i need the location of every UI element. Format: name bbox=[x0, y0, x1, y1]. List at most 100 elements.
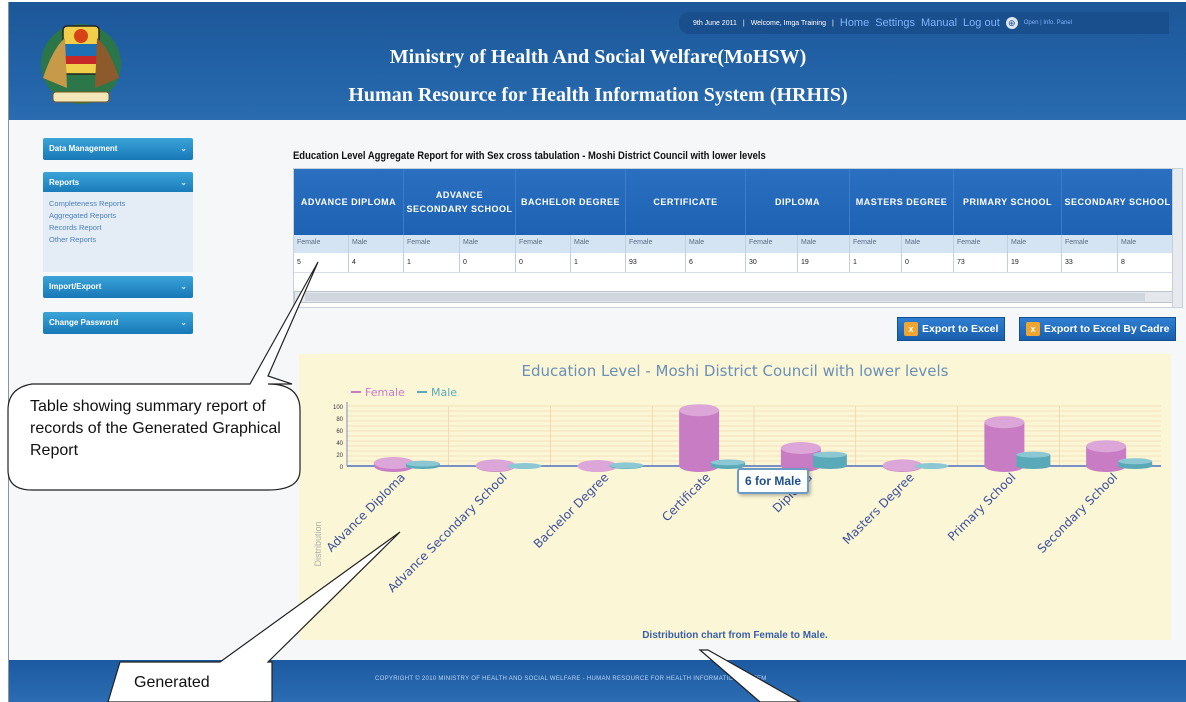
table-cell: 1 bbox=[571, 253, 626, 272]
bar-male-primary-school[interactable] bbox=[1016, 451, 1051, 469]
chevron-down-icon: ⌄ bbox=[180, 318, 187, 327]
info-panel-icon[interactable]: ⊕ bbox=[1005, 17, 1018, 29]
table-cell: 73 bbox=[954, 253, 1008, 272]
export-excel-cadre-button[interactable]: x Export to Excel By Cadre bbox=[1019, 317, 1177, 341]
bar-male-advance-secondary-school[interactable] bbox=[507, 463, 542, 469]
column-header: CERTIFICATE bbox=[626, 169, 746, 235]
bar-male-advance-diploma[interactable] bbox=[405, 460, 440, 469]
sub-column-header: Male bbox=[902, 235, 954, 253]
table-cell: 0 bbox=[460, 253, 516, 272]
export-excel-button[interactable]: x Export to Excel bbox=[897, 317, 1006, 341]
excel-icon: x bbox=[1026, 322, 1040, 336]
submenu-aggregated-reports[interactable]: Aggregated Reports bbox=[49, 210, 187, 222]
date-label: 9th June 2011 bbox=[693, 19, 737, 27]
menu-import-export[interactable]: Import/Export ⌄ bbox=[43, 276, 193, 298]
y-tick-label: 100 bbox=[333, 405, 344, 411]
table-cell: 19 bbox=[1008, 253, 1062, 272]
table-row: 5 4 1 0 0 1 93 6 30 19 1 0 73 19 33 8 bbox=[294, 253, 1174, 273]
education-level-chart: Education Level - Moshi District Council… bbox=[313, 362, 1161, 640]
column-header: DIPLOMA bbox=[746, 169, 850, 235]
column-header: ADVANCE SECONDARY SCHOOL bbox=[404, 169, 516, 235]
bar-male-masters-degree[interactable] bbox=[914, 463, 949, 469]
column-header: SECONDARY SCHOOL bbox=[1062, 169, 1174, 235]
report-title: Education Level Aggregate Report for wit… bbox=[293, 150, 766, 162]
sub-column-header: Male bbox=[1008, 235, 1062, 253]
horizontal-scrollbar[interactable] bbox=[294, 291, 1174, 303]
welcome-label: Welcome, Imga Training bbox=[750, 19, 827, 27]
column-header: ADVANCE DIPLOMA bbox=[294, 169, 404, 235]
sub-column-header: Female bbox=[404, 235, 460, 253]
legend-label: Male bbox=[431, 386, 457, 399]
y-tick-label: 20 bbox=[336, 453, 343, 459]
legend-label: Female bbox=[365, 386, 405, 399]
x-tick-label: Secondary School bbox=[1035, 470, 1121, 556]
y-axis-label: Distribution bbox=[313, 521, 323, 566]
table-cell: 33 bbox=[1062, 253, 1118, 272]
top-nav-bar: 9th June 2011 | Welcome, Imga Training |… bbox=[679, 12, 1169, 34]
table-header-row: ADVANCE DIPLOMA ADVANCE SECONDARY SCHOOL… bbox=[294, 169, 1174, 235]
y-tick-label: 40 bbox=[336, 441, 343, 447]
table-cell: 30 bbox=[746, 253, 798, 272]
footer-copyright: COPYRIGHT © 2010 MINISTRY OF HEALTH AND … bbox=[375, 676, 767, 682]
callout-table-note: Table showing summary report of records … bbox=[30, 398, 281, 459]
sub-column-header: Female bbox=[850, 235, 902, 253]
logout-link[interactable]: Log out bbox=[963, 17, 1000, 29]
x-tick-label: Bachelor Degree bbox=[531, 470, 612, 551]
menu-label: Import/Export bbox=[49, 282, 102, 291]
bar-male-diploma[interactable] bbox=[812, 451, 847, 469]
table-cell: 0 bbox=[902, 253, 954, 272]
table-cell: 5 bbox=[294, 253, 349, 272]
menu-label: Change Password bbox=[49, 318, 119, 327]
sub-column-header: Male bbox=[460, 235, 516, 253]
y-tick-label: 60 bbox=[336, 429, 343, 435]
reports-submenu: Completeness Reports Aggregated Reports … bbox=[43, 192, 193, 272]
button-label: Export to Excel bbox=[922, 323, 999, 335]
table-cell: 1 bbox=[850, 253, 902, 272]
browser-frame: Ministry of Health And Social Welfare(Mo… bbox=[8, 2, 1186, 702]
vertical-scrollbar[interactable] bbox=[1172, 169, 1182, 307]
sub-column-header: Female bbox=[954, 235, 1008, 253]
y-tick-label: 0 bbox=[340, 465, 344, 471]
x-tick-label: Advance Diploma bbox=[324, 470, 408, 554]
x-tick-label: Advance Secondary School bbox=[385, 470, 510, 595]
column-header: MASTERS DEGREE bbox=[850, 169, 954, 235]
manual-link[interactable]: Manual bbox=[921, 17, 957, 29]
menu-label: Reports bbox=[49, 178, 80, 187]
column-header: PRIMARY SCHOOL bbox=[954, 169, 1062, 235]
bar-male-secondary-school[interactable] bbox=[1118, 458, 1153, 469]
chevron-down-icon: ⌄ bbox=[180, 178, 187, 187]
x-tick-label: Primary School bbox=[945, 470, 1019, 544]
system-title: Human Resource for Health Information Sy… bbox=[348, 84, 848, 106]
chart-subtitle: Distribution chart from Female to Male. bbox=[642, 630, 828, 640]
menu-reports[interactable]: Reports ⌄ bbox=[43, 172, 193, 194]
chevron-down-icon: ⌄ bbox=[180, 282, 187, 291]
info-panel-link[interactable]: Open | Info. Panel bbox=[1024, 20, 1072, 26]
x-tick-label: Masters Degree bbox=[840, 470, 917, 547]
submenu-completeness-reports[interactable]: Completeness Reports bbox=[49, 198, 187, 210]
table-cell: 8 bbox=[1118, 253, 1174, 272]
table-cell: 6 bbox=[686, 253, 746, 272]
submenu-other-reports[interactable]: Other Reports bbox=[49, 234, 187, 246]
menu-data-management[interactable]: Data Management ⌄ bbox=[43, 138, 193, 160]
chevron-down-icon: ⌄ bbox=[180, 144, 187, 153]
sub-column-header: Male bbox=[686, 235, 746, 253]
y-tick-label: 80 bbox=[336, 417, 343, 423]
bar-male-bachelor-degree[interactable] bbox=[609, 462, 644, 469]
sub-column-header: Female bbox=[516, 235, 571, 253]
report-table: ADVANCE DIPLOMA ADVANCE SECONDARY SCHOOL… bbox=[293, 168, 1183, 308]
sub-column-header: Male bbox=[571, 235, 626, 253]
settings-link[interactable]: Settings bbox=[875, 17, 915, 29]
ministry-title: Ministry of Health And Social Welfare(Mo… bbox=[389, 46, 807, 68]
chart-panel: Education Level - Moshi District Council… bbox=[299, 354, 1171, 640]
x-tick-label: Certificate bbox=[659, 470, 713, 524]
table-cell: 1 bbox=[404, 253, 460, 272]
button-label: Export to Excel By Cadre bbox=[1044, 323, 1170, 335]
table-cell: 19 bbox=[798, 253, 850, 272]
menu-change-password[interactable]: Change Password ⌄ bbox=[43, 312, 193, 334]
home-link[interactable]: Home bbox=[840, 17, 869, 29]
sub-column-header: Female bbox=[1062, 235, 1118, 253]
header-banner: Ministry of Health And Social Welfare(Mo… bbox=[9, 2, 1186, 120]
submenu-records-report[interactable]: Records Report bbox=[49, 222, 187, 234]
sub-column-header: Male bbox=[798, 235, 850, 253]
sub-header-row: Female Male Female Male Female Male Female Male… bbox=[294, 235, 1174, 253]
